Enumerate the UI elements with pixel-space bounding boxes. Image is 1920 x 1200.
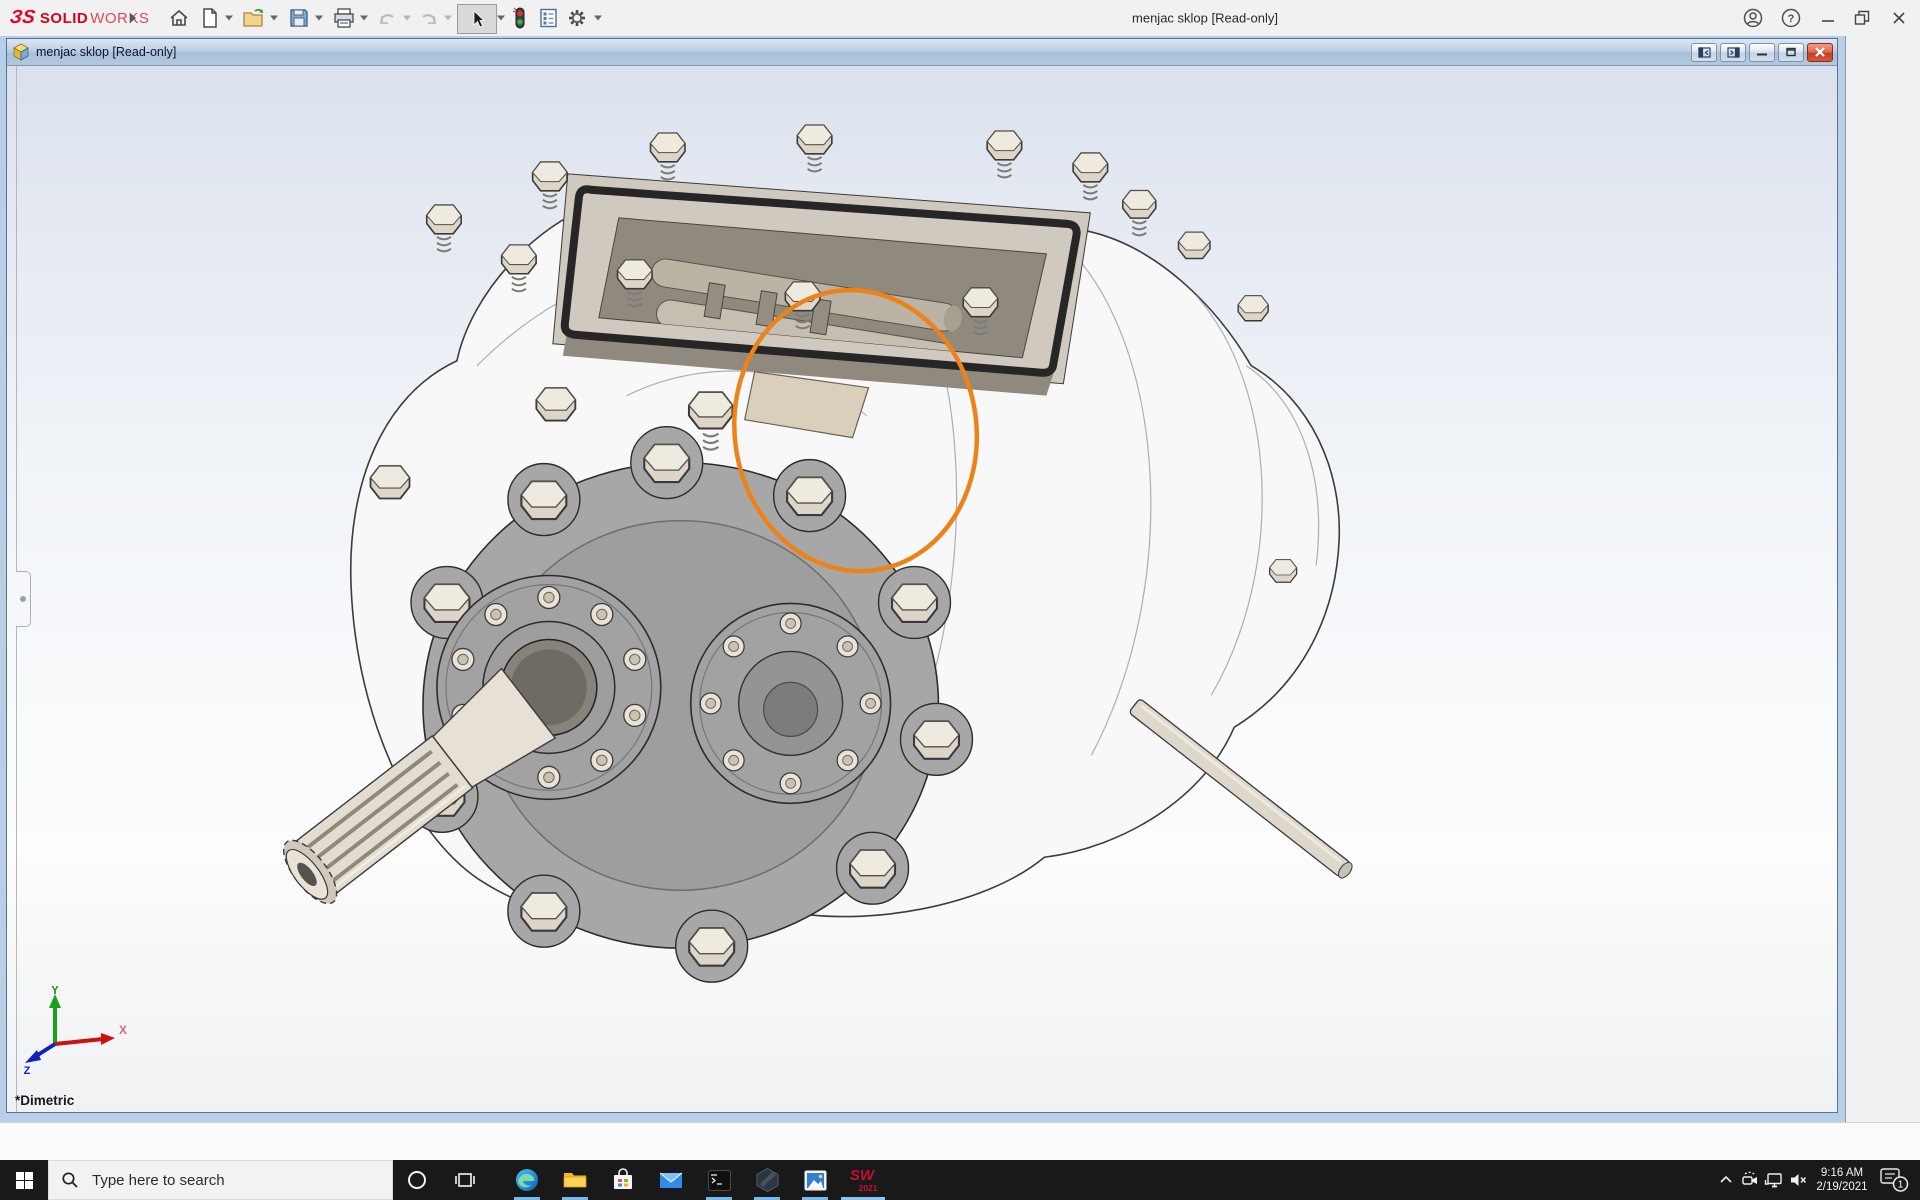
- new-document-icon[interactable]: [197, 5, 223, 31]
- help-icon[interactable]: ?: [1778, 5, 1804, 31]
- assembly-icon: [12, 43, 30, 61]
- taskbar-app-store[interactable]: [599, 1160, 647, 1200]
- print-icon[interactable]: [331, 5, 357, 31]
- taskbar-clock[interactable]: 9:16 AM 2/19/2021: [1810, 1166, 1874, 1194]
- svg-text:Z: Z: [24, 1065, 31, 1076]
- taskbar-app-edge[interactable]: [503, 1160, 551, 1200]
- search-icon: [61, 1171, 79, 1189]
- view-orientation-label: *Dimetric: [15, 1093, 74, 1108]
- redo-dropdown[interactable]: [444, 16, 452, 21]
- document-title: menjac sklop [Read-only]: [36, 45, 176, 59]
- meet-now-icon[interactable]: [1738, 1160, 1762, 1200]
- graphics-viewport[interactable]: Y X Z *Dimetric: [7, 66, 1837, 1112]
- windows-logo-icon: [16, 1172, 33, 1189]
- task-view-icon: [454, 1169, 476, 1191]
- hexagon-app-icon: [755, 1167, 780, 1193]
- account-icon[interactable]: [1740, 5, 1766, 31]
- svg-text:?: ?: [1788, 13, 1795, 25]
- mail-icon: [658, 1168, 684, 1192]
- open-icon[interactable]: [241, 5, 267, 31]
- save-dropdown[interactable]: [315, 16, 323, 21]
- undo-icon[interactable]: [375, 5, 401, 31]
- reference-triad: Y X Z: [17, 986, 129, 1076]
- file-explorer-icon: [562, 1167, 588, 1193]
- notification-badge: 1: [1898, 1180, 1904, 1191]
- toggle-pane-left-button[interactable]: [1691, 43, 1717, 62]
- system-tray: 9:16 AM 2/19/2021 1: [1714, 1160, 1920, 1200]
- search-input[interactable]: Type here to search: [48, 1160, 393, 1200]
- terminal-icon: [707, 1169, 732, 1192]
- search-placeholder: Type here to search: [92, 1172, 225, 1189]
- print-dropdown[interactable]: [360, 16, 368, 21]
- app-titlebar: ЗS SOLIDWORKS menjac sklop [Read-o: [0, 0, 1920, 37]
- windows-taskbar: Type here to search: [0, 1160, 1920, 1200]
- network-icon[interactable]: [1762, 1160, 1786, 1200]
- featuremanager-splitter-handle[interactable]: [16, 571, 31, 627]
- document-restore-button[interactable]: [1778, 43, 1804, 62]
- select-dropdown[interactable]: [497, 16, 505, 21]
- svg-text:X: X: [119, 1023, 127, 1037]
- volume-muted-icon[interactable]: [1786, 1160, 1810, 1200]
- photos-icon: [803, 1169, 828, 1192]
- taskbar-app-solidworks[interactable]: SW 2021: [839, 1160, 887, 1200]
- action-center-button[interactable]: 1: [1874, 1160, 1914, 1200]
- options-list-icon[interactable]: [535, 5, 561, 31]
- svg-text:2021: 2021: [859, 1183, 878, 1193]
- document-window: menjac sklop [Read-only]: [6, 38, 1838, 1113]
- tray-time: 9:16 AM: [1810, 1166, 1874, 1180]
- solidworks-2021-icon: SW 2021: [847, 1165, 879, 1195]
- restore-window-icon[interactable]: [1849, 5, 1875, 31]
- expand-menu-icon[interactable]: [120, 5, 146, 31]
- cortana-button[interactable]: [393, 1160, 441, 1200]
- new-document-dropdown[interactable]: [225, 16, 233, 21]
- save-icon[interactable]: [286, 5, 312, 31]
- mdi-area: menjac sklop [Read-only]: [0, 36, 1845, 1122]
- taskbar-app-file-explorer[interactable]: [551, 1160, 599, 1200]
- open-dropdown[interactable]: [270, 16, 278, 21]
- document-titlebar[interactable]: menjac sklop [Read-only]: [7, 39, 1837, 66]
- home-icon[interactable]: [166, 5, 192, 31]
- store-icon: [611, 1167, 635, 1193]
- document-close-button[interactable]: [1807, 43, 1833, 62]
- toggle-pane-right-button[interactable]: [1720, 43, 1746, 62]
- close-window-icon[interactable]: [1886, 5, 1912, 31]
- tray-chevron-up-icon[interactable]: [1714, 1160, 1738, 1200]
- document-minimize-button[interactable]: [1749, 43, 1775, 62]
- gearbox-3d-model[interactable]: [7, 66, 1837, 1112]
- svg-text:Y: Y: [51, 986, 59, 997]
- task-pane-collapsed[interactable]: [1845, 36, 1920, 1122]
- task-view-button[interactable]: [441, 1160, 489, 1200]
- undo-dropdown[interactable]: [403, 16, 411, 21]
- cortana-icon: [406, 1169, 428, 1191]
- select-arrow-button[interactable]: [457, 4, 497, 34]
- edge-icon: [514, 1167, 540, 1193]
- taskbar-app-photos[interactable]: [791, 1160, 839, 1200]
- tray-date: 2/19/2021: [1810, 1180, 1874, 1194]
- minimize-window-icon[interactable]: [1815, 5, 1841, 31]
- performance-stoplight-icon[interactable]: [507, 5, 533, 31]
- taskbar-app-hexagon[interactable]: [743, 1160, 791, 1200]
- ds-logo-icon: ЗS: [8, 7, 36, 29]
- taskbar-app-terminal[interactable]: [695, 1160, 743, 1200]
- start-button[interactable]: [0, 1160, 48, 1200]
- settings-dropdown[interactable]: [594, 16, 602, 21]
- status-bar: [0, 1122, 1920, 1161]
- svg-text:SW: SW: [850, 1167, 876, 1184]
- action-center-icon: 1: [1879, 1167, 1909, 1193]
- settings-gear-icon[interactable]: [564, 5, 590, 31]
- app-title: menjac sklop [Read-only]: [1132, 11, 1278, 26]
- output-flange: [691, 603, 891, 803]
- taskbar-app-mail[interactable]: [647, 1160, 695, 1200]
- redo-icon[interactable]: [415, 5, 441, 31]
